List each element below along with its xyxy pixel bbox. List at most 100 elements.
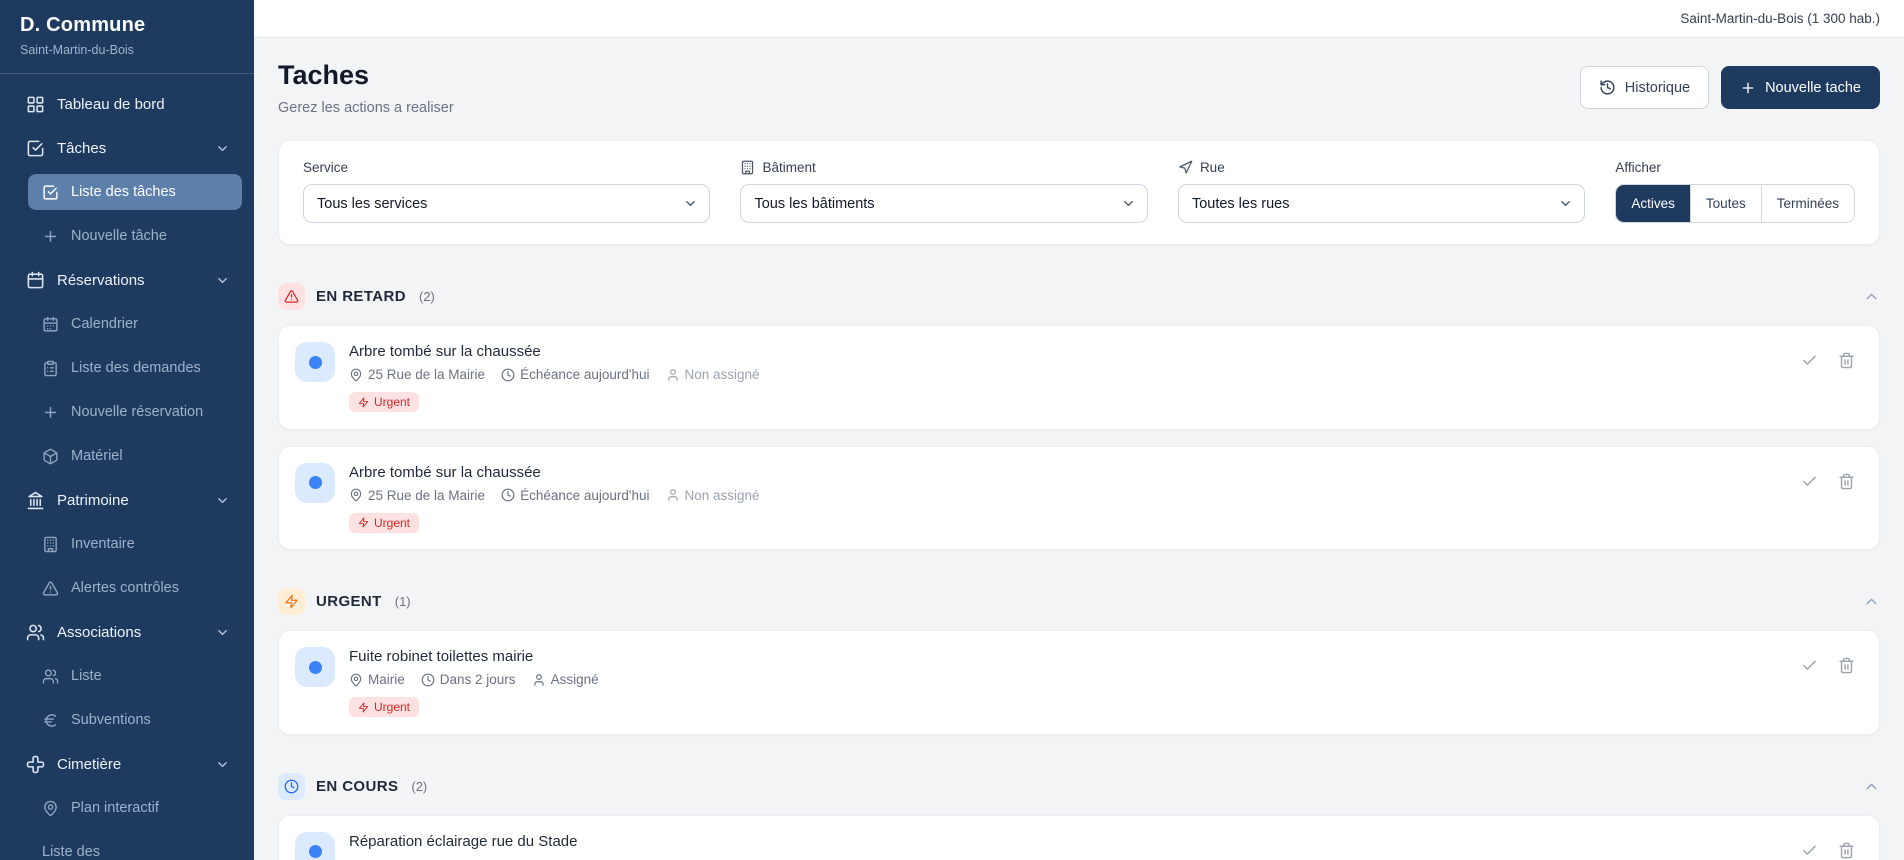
sidebar-item-alertes-controles[interactable]: Alertes contrôles <box>28 570 242 606</box>
task-actions <box>1801 473 1855 490</box>
complete-task-icon[interactable] <box>1801 473 1818 490</box>
sidebar-item-materiel[interactable]: Matériel <box>28 438 242 474</box>
complete-task-icon[interactable] <box>1801 657 1818 674</box>
users-icon <box>26 623 45 642</box>
task-meta: 25 Rue de la MairieÉchéance aujourd'huiN… <box>349 367 1787 382</box>
package-icon <box>42 448 59 465</box>
task-due: Dans 2 jours <box>421 672 516 687</box>
page-title: Taches <box>278 60 454 91</box>
new-task-button[interactable]: Nouvelle tache <box>1721 66 1880 109</box>
sidebar-item-patrimoine[interactable]: Patrimoine <box>12 482 242 518</box>
complete-task-icon[interactable] <box>1801 842 1818 859</box>
section-count: (1) <box>395 594 411 609</box>
sidebar-item-cimetiere[interactable]: Cimetière <box>12 746 242 782</box>
map-pin-icon <box>349 488 363 502</box>
sidebar-nav: Tableau de bord Tâches Liste des tâches Nou… <box>0 74 254 860</box>
building-icon <box>42 536 59 553</box>
task-meta: 25 Rue de la MairieÉchéance aujourd'huiN… <box>349 488 1787 503</box>
section-title: EN COURS <box>316 778 398 795</box>
sidebar-item-label: Calendrier <box>71 316 138 332</box>
main-area: Saint-Martin-du-Bois (1 300 hab.) Taches… <box>254 0 1904 860</box>
task-assignee: Non assigné <box>666 367 760 382</box>
filter-afficher: Afficher ActivesToutesTerminées <box>1615 160 1855 223</box>
delete-task-icon[interactable] <box>1838 842 1855 859</box>
section-count: (2) <box>411 779 427 794</box>
clock-icon <box>278 773 305 800</box>
sidebar-item-label: Tâches <box>57 140 106 157</box>
map-pin-icon <box>42 800 59 817</box>
service-select[interactable]: Tous les services <box>303 184 710 223</box>
delete-task-icon[interactable] <box>1838 473 1855 490</box>
sidebar-item-label: Inventaire <box>71 536 135 552</box>
afficher-option-terminees[interactable]: Terminées <box>1761 185 1854 222</box>
task-title: Arbre tombé sur la chaussée <box>349 464 1787 481</box>
task-body: Arbre tombé sur la chaussée25 Rue de la … <box>349 342 1787 413</box>
sidebar-item-liste-des-taches[interactable]: Liste des tâches <box>28 174 242 210</box>
sidebar-item-label: Tableau de bord <box>57 96 165 113</box>
sidebar-item-label: Matériel <box>71 448 123 464</box>
cross-icon <box>26 755 45 774</box>
delete-task-icon[interactable] <box>1838 657 1855 674</box>
batiment-select[interactable]: Tous les bâtiments <box>740 184 1147 223</box>
afficher-option-toutes[interactable]: Toutes <box>1690 185 1761 222</box>
map-pin-icon <box>349 368 363 382</box>
navigation-icon <box>1178 160 1193 175</box>
plus-icon <box>42 228 59 245</box>
service-label: Service <box>303 160 710 175</box>
zap-icon <box>358 702 369 713</box>
map-pin-icon <box>349 673 363 687</box>
rue-label: Rue <box>1178 160 1585 175</box>
task-body: Arbre tombé sur la chaussée 25 Rue de la … <box>349 463 1787 534</box>
service-label-text: Service <box>303 160 348 175</box>
task-card[interactable]: Réparation éclairage rue du Stade <box>278 815 1880 860</box>
task-card[interactable]: Arbre tombé sur la chaussée 25 Rue de la … <box>278 446 1880 551</box>
sidebar-item-inventaire[interactable]: Inventaire <box>28 526 242 562</box>
batiment-label-text: Bâtiment <box>762 160 815 175</box>
task-actions <box>1801 842 1855 859</box>
task-assignee: Assigné <box>532 672 599 687</box>
chevron-up-icon[interactable] <box>1863 778 1880 795</box>
sidebar-item-liste-des[interactable]: Liste des <box>28 834 242 860</box>
filter-service: Service Tous les services <box>303 160 710 223</box>
afficher-label: Afficher <box>1615 160 1855 175</box>
rue-select[interactable]: Toutes les rues <box>1178 184 1585 223</box>
sidebar-item-label: Alertes contrôles <box>71 580 179 596</box>
filter-rue: Rue Toutes les rues <box>1178 160 1585 223</box>
sidebar-item-calendrier[interactable]: Calendrier <box>28 306 242 342</box>
sidebar-item-label: Liste des <box>42 844 100 860</box>
app-brand: D. Commune Saint-Martin-du-Bois <box>0 0 254 74</box>
task-location: 25 Rue de la Mairie <box>349 488 485 503</box>
sidebar-item-tableau-de-bord[interactable]: Tableau de bord <box>12 86 242 122</box>
building-icon <box>740 160 755 175</box>
chevron-up-icon[interactable] <box>1863 288 1880 305</box>
complete-task-icon[interactable] <box>1801 352 1818 369</box>
afficher-option-actives[interactable]: Actives <box>1616 185 1690 222</box>
sidebar-item-reservations[interactable]: Réservations <box>12 262 242 298</box>
section-urgent: URGENT(1)Fuite robinet toilettes mairieM… <box>278 588 1880 735</box>
calendar-icon <box>26 271 45 290</box>
sidebar-item-associations[interactable]: Associations <box>12 614 242 650</box>
chevron-up-icon[interactable] <box>1863 593 1880 610</box>
history-button[interactable]: Historique <box>1580 66 1709 109</box>
urgent-badge: Urgent <box>349 513 419 533</box>
history-icon <box>1599 79 1616 96</box>
sidebar-item-nouvelle-tache[interactable]: Nouvelle tâche <box>28 218 242 254</box>
urgent-badge: Urgent <box>349 392 419 412</box>
sidebar-item-label: Subventions <box>71 712 151 728</box>
sidebar-item-plan-interactif[interactable]: Plan interactif <box>28 790 242 826</box>
sidebar-item-taches[interactable]: Tâches <box>12 130 242 166</box>
sidebar-item-liste-des-demandes[interactable]: Liste des demandes <box>28 350 242 386</box>
task-status-dot <box>295 832 335 860</box>
sidebar-item-liste[interactable]: Liste <box>28 658 242 694</box>
sidebar-item-subventions[interactable]: Subventions <box>28 702 242 738</box>
section-en-cours: EN COURS (2) Réparation éclairage rue du S… <box>278 773 1880 860</box>
sidebar-item-nouvelle-reservation[interactable]: Nouvelle réservation <box>28 394 242 430</box>
task-card[interactable]: Arbre tombé sur la chaussée25 Rue de la … <box>278 325 1880 430</box>
chevron-down-icon <box>215 141 230 156</box>
section-header-en-retard: EN RETARD(2) <box>278 283 1880 310</box>
history-button-label: Historique <box>1625 80 1690 96</box>
task-card[interactable]: Fuite robinet toilettes mairieMairieDans… <box>278 630 1880 735</box>
delete-task-icon[interactable] <box>1838 352 1855 369</box>
alert-triangle-icon <box>42 580 59 597</box>
task-status-dot <box>295 463 335 503</box>
